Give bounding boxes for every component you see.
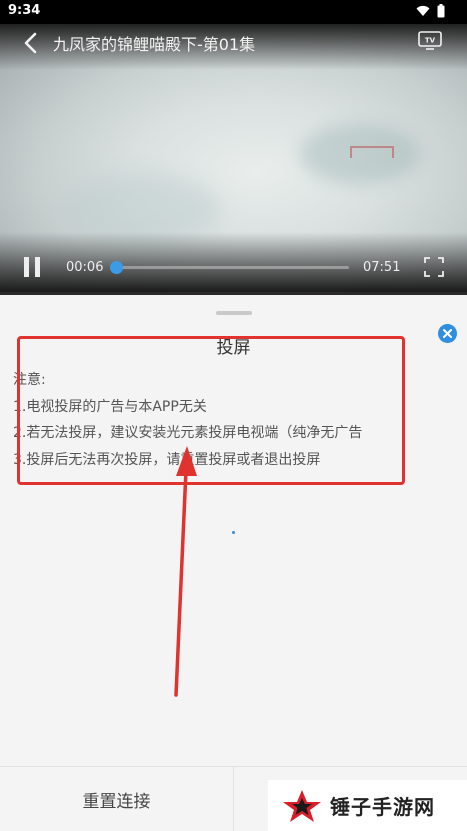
sheet-drag-handle[interactable]	[216, 311, 252, 315]
video-player[interactable]: 九凤家的锦鲤喵殿下-第01集 TV 00:06 07:51	[0, 24, 467, 292]
arrow-icon	[174, 446, 197, 697]
svg-text:TV: TV	[425, 37, 436, 45]
fullscreen-icon[interactable]	[424, 257, 444, 277]
wifi-icon	[416, 5, 430, 16]
status-icons	[416, 4, 445, 18]
pause-icon[interactable]	[24, 257, 42, 277]
watermark-text: 锤子手游网	[330, 795, 435, 819]
tv-cast-icon[interactable]: TV	[418, 29, 442, 51]
close-icon[interactable]	[438, 324, 457, 343]
reset-connection-button[interactable]: 重置连接	[0, 767, 233, 831]
battery-icon	[437, 4, 445, 18]
status-bar: 9:34	[0, 0, 467, 24]
status-time: 9:34	[8, 3, 41, 18]
watermark: 锤子手游网	[268, 780, 467, 831]
progress-knob[interactable]	[110, 261, 124, 274]
loading-indicator	[232, 531, 235, 534]
back-icon[interactable]	[20, 30, 42, 56]
video-title: 九凤家的锦鲤喵殿下-第01集	[53, 35, 256, 54]
total-time: 07:51	[363, 260, 401, 275]
star-logo-icon	[283, 789, 321, 822]
progress-bar[interactable]	[110, 261, 349, 274]
video-frame-detail	[350, 146, 394, 158]
current-time: 00:06	[66, 260, 104, 275]
highlight-box	[17, 336, 405, 485]
button-separator	[233, 767, 234, 831]
